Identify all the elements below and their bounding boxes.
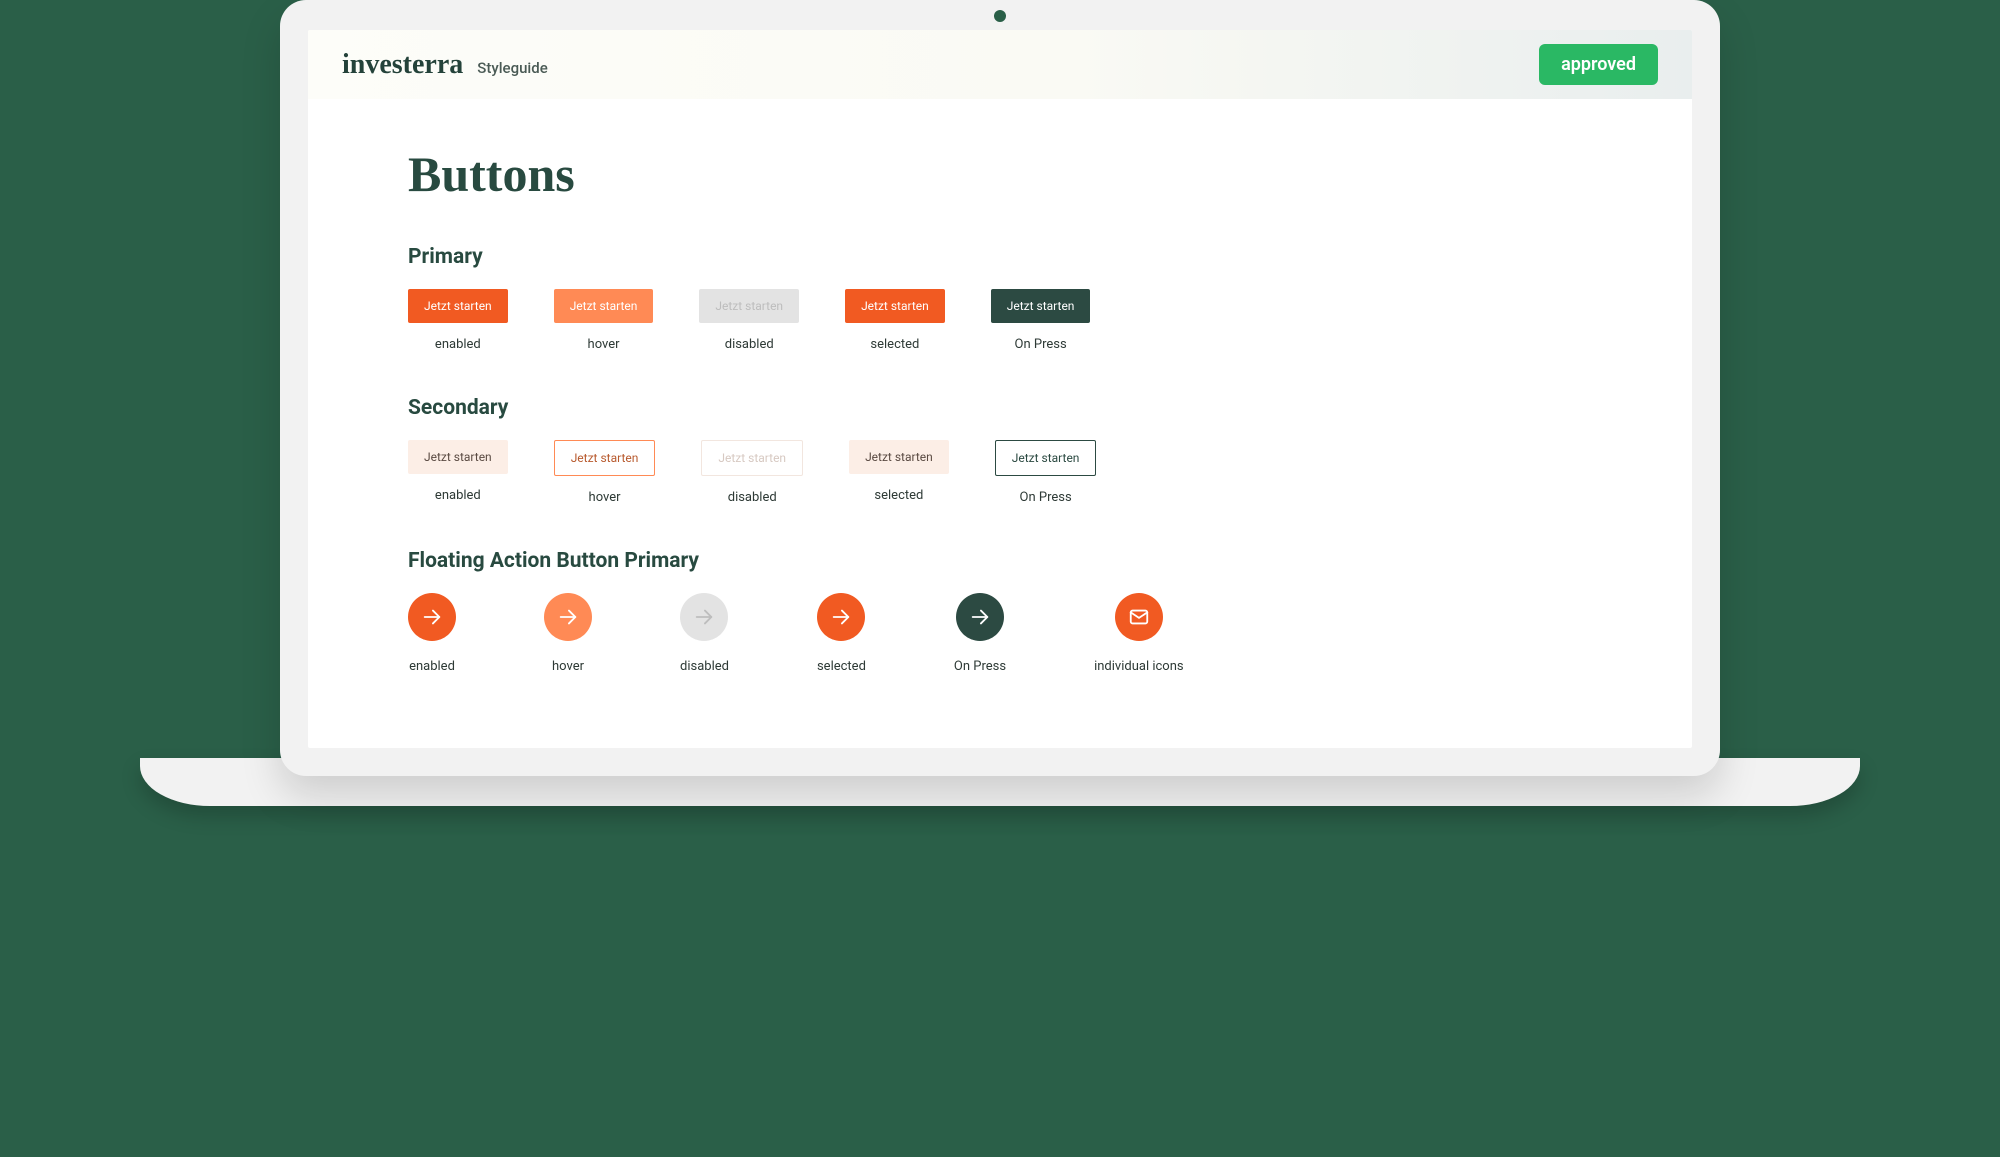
arrow-right-icon — [830, 606, 852, 628]
laptop-screen: investerra Styleguide approved Buttons P… — [280, 0, 1720, 776]
arrow-right-icon — [693, 606, 715, 628]
page-content: Buttons Primary Jetzt starten enabled Je… — [308, 99, 1692, 748]
state-label: selected — [870, 337, 919, 352]
state-label: enabled — [435, 488, 481, 503]
arrow-right-icon — [557, 606, 579, 628]
mail-icon — [1128, 606, 1150, 628]
primary-button-disabled: Jetzt starten — [699, 289, 799, 323]
state-label: disabled — [728, 490, 777, 505]
camera-icon — [994, 10, 1006, 22]
secondary-button-onpress[interactable]: Jetzt starten — [995, 440, 1097, 476]
state-label: hover — [588, 337, 620, 352]
secondary-button-selected[interactable]: Jetzt starten — [849, 440, 949, 474]
section-fab-title: Floating Action Button Primary — [408, 549, 1592, 573]
page-title: Buttons — [408, 145, 1592, 203]
approved-badge: approved — [1539, 44, 1658, 85]
secondary-button-disabled: Jetzt starten — [701, 440, 803, 476]
primary-button-selected[interactable]: Jetzt starten — [845, 289, 945, 323]
state-label: enabled — [435, 337, 481, 352]
fab-individual-icons[interactable] — [1115, 593, 1163, 641]
fab-onpress[interactable] — [956, 593, 1004, 641]
brand-row: investerra Styleguide — [342, 49, 548, 81]
state-label: disabled — [725, 337, 774, 352]
state-label: On Press — [954, 659, 1006, 674]
styleguide-page: investerra Styleguide approved Buttons P… — [308, 30, 1692, 748]
page-header: investerra Styleguide approved — [308, 30, 1692, 99]
primary-button-onpress[interactable]: Jetzt starten — [991, 289, 1091, 323]
primary-button-enabled[interactable]: Jetzt starten — [408, 289, 508, 323]
primary-states-row: Jetzt starten enabled Jetzt starten hove… — [408, 289, 1592, 352]
section-secondary: Secondary Jetzt starten enabled Jetzt st… — [408, 396, 1592, 505]
fab-states-row: enabled hover disabled — [408, 593, 1592, 674]
secondary-states-row: Jetzt starten enabled Jetzt starten hove… — [408, 440, 1592, 505]
state-label: individual icons — [1094, 659, 1184, 674]
fab-disabled — [680, 593, 728, 641]
state-label: selected — [874, 488, 923, 503]
fab-hover[interactable] — [544, 593, 592, 641]
brand-logo: investerra — [342, 49, 463, 81]
primary-button-hover[interactable]: Jetzt starten — [554, 289, 654, 323]
section-fab: Floating Action Button Primary enabled — [408, 549, 1592, 674]
arrow-right-icon — [421, 606, 443, 628]
secondary-button-enabled[interactable]: Jetzt starten — [408, 440, 508, 474]
section-primary: Primary Jetzt starten enabled Jetzt star… — [408, 245, 1592, 352]
arrow-right-icon — [969, 606, 991, 628]
fab-enabled[interactable] — [408, 593, 456, 641]
state-label: selected — [817, 659, 866, 674]
fab-selected[interactable] — [817, 593, 865, 641]
state-label: hover — [589, 490, 621, 505]
section-secondary-title: Secondary — [408, 396, 1592, 420]
section-primary-title: Primary — [408, 245, 1592, 269]
styleguide-label: Styleguide — [477, 59, 547, 77]
state-label: enabled — [409, 659, 455, 674]
state-label: On Press — [1015, 337, 1067, 352]
state-label: disabled — [680, 659, 729, 674]
secondary-button-hover[interactable]: Jetzt starten — [554, 440, 656, 476]
state-label: hover — [552, 659, 584, 674]
laptop-frame: investerra Styleguide approved Buttons P… — [280, 0, 1720, 806]
state-label: On Press — [1020, 490, 1072, 505]
